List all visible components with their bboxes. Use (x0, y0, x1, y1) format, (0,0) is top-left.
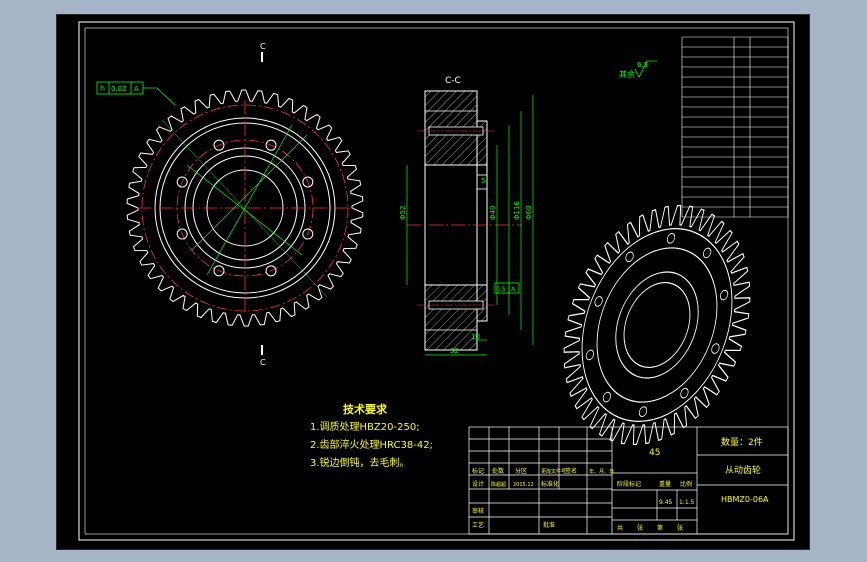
row-approve: 批准 (543, 521, 555, 529)
iso-bolt-hole (702, 247, 712, 259)
parameter-table (681, 36, 789, 218)
section-view: C-C Φ52 Φ40 Φ116 Φ60 32 10 5 0.5 A (399, 76, 534, 356)
sheet-unit-1: 张 (637, 524, 643, 532)
header-change: 更改文件号 (541, 468, 566, 475)
dim-bore: Φ52 (399, 206, 407, 220)
iso-bolt-hole (594, 296, 603, 307)
runout-datum: A (511, 286, 516, 293)
row-design: 设计 (472, 480, 484, 488)
header-zone: 分区 (515, 467, 527, 475)
weight: 9.45 (659, 499, 673, 506)
weight-header: 重量 (659, 480, 671, 488)
row-designer: 陈超超 (491, 481, 506, 488)
tolerance-symbol: h (100, 84, 105, 93)
header-mark: 标记 (472, 467, 484, 475)
dim-outer: Φ116 (513, 201, 521, 220)
section-label: C-C (445, 76, 461, 86)
quantity: 数量：2件 (721, 436, 763, 448)
header-date: 年、月、日 (589, 468, 614, 475)
roughness-value: 6.3 (637, 61, 648, 69)
row-design-date: 2015.12 (513, 482, 534, 488)
sheet-total: 共 (617, 524, 623, 532)
tolerance-value: 0.02 (111, 85, 127, 93)
ratio: 1:1.5 (679, 499, 695, 506)
tolerance-datum: A (134, 85, 139, 93)
row-review: 审核 (472, 507, 484, 515)
iso-bolt-hole (625, 251, 634, 263)
tech-notes-title: 技术要求 (343, 403, 387, 416)
tech-note-3: 3.锐边倒钝，去毛刺。 (310, 458, 410, 469)
iso-bolt-hole (666, 233, 676, 244)
isometric-gear (563, 204, 751, 446)
dim-shaft: Φ60 (525, 206, 533, 220)
part-name: 从动齿轮 (725, 464, 761, 476)
iso-bolt-hole (711, 343, 720, 354)
drawing-number: HBMZ0-06A (721, 495, 769, 504)
title-block-text: 45 数量：2件 从动齿轮 HBMZ0-06A 阶段标记 重量 比例 9.45 … (472, 436, 769, 532)
dim-keyway: 5 (481, 177, 485, 185)
tech-note-1: 1.调质处理HBZ20-250; (310, 422, 420, 433)
roughness-label: 其余 (619, 69, 635, 79)
runout-value: 0.5 (496, 286, 506, 293)
gear-drawing: C C h 0.02 A C-C Φ52 Φ40 Φ116 Φ60 32 10 … (78, 21, 795, 541)
iso-bolt-hole (585, 349, 595, 361)
ratio-header: 比例 (680, 480, 692, 488)
tech-note-2: 2.齿部淬火处理HRC38-42; (310, 440, 433, 451)
iso-bolt-hole (638, 406, 648, 417)
cad-viewport[interactable]: C C h 0.02 A C-C Φ52 Φ40 Φ116 Φ60 32 10 … (56, 14, 810, 550)
sheet-unit-2: 张 (677, 524, 683, 532)
iso-bolt-hole (680, 387, 689, 399)
iso-bolt-hole (602, 391, 612, 403)
roughness-note: 其余 6.3 (619, 60, 657, 79)
material: 45 (649, 448, 660, 458)
header-count: 处数 (492, 467, 504, 475)
row-standard: 标准化 (541, 480, 559, 488)
front-view: C C h 0.02 A (96, 42, 364, 367)
stage-mark-header: 阶段标记 (617, 480, 641, 488)
header-sign: 签名 (565, 467, 577, 475)
row-process: 工艺 (472, 521, 484, 529)
cut-mark-top: C (260, 42, 266, 51)
sheet-index: 第 (657, 524, 663, 532)
iso-bolt-hole (719, 289, 729, 301)
dim-pitch: Φ40 (489, 206, 497, 220)
dim-hub-length: 10 (471, 333, 480, 341)
cut-mark-bottom: C (260, 358, 266, 367)
dim-face-width: 32 (450, 347, 459, 355)
